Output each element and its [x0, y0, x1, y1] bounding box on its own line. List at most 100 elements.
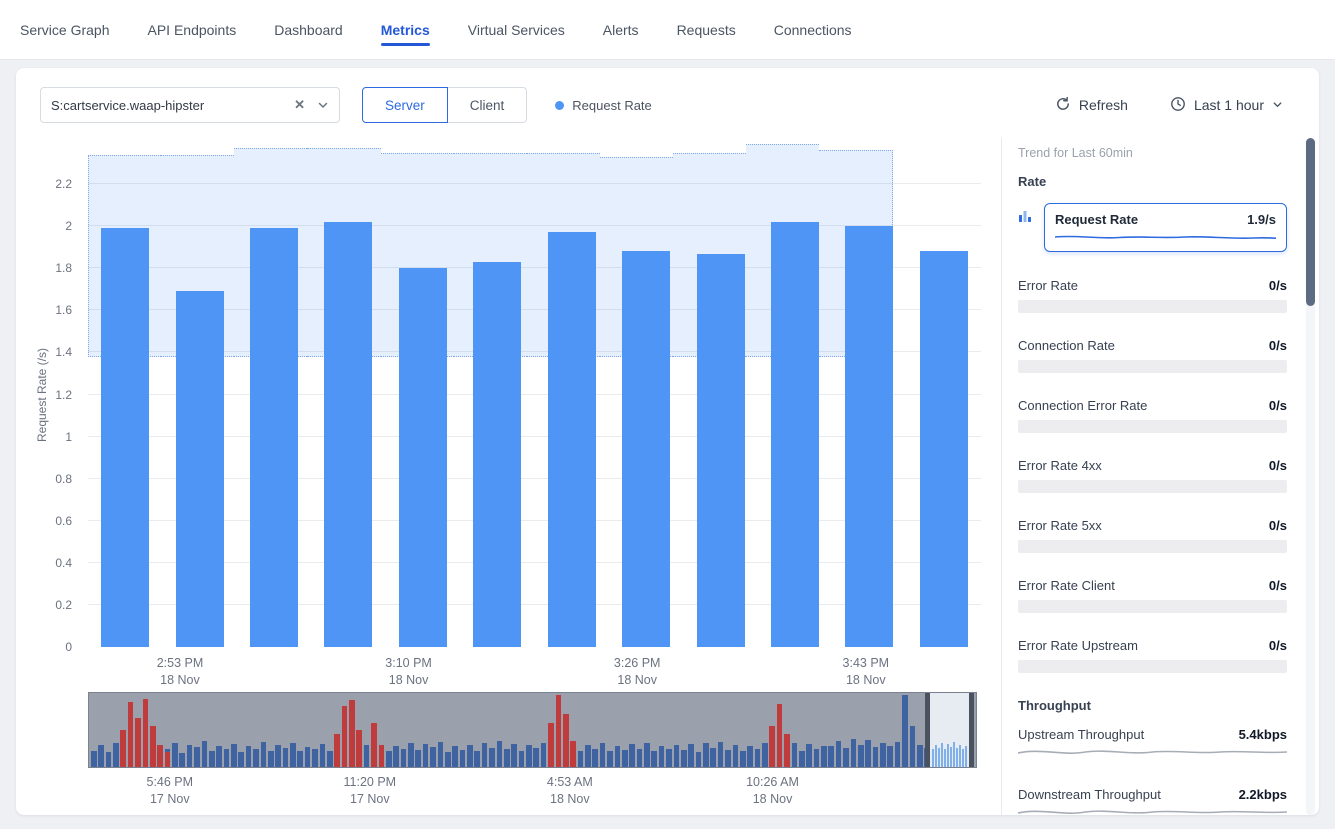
tab-alerts[interactable]: Alerts	[603, 0, 639, 59]
trend-item-upstream-throughput[interactable]: Upstream Throughput5.4kbps	[1018, 727, 1287, 762]
trend-card-selected[interactable]: Request Rate1.9/s	[1044, 203, 1287, 252]
trend-item-error-rate-upstream[interactable]: Error Rate Upstream0/s	[1018, 638, 1287, 673]
overview-bar	[290, 743, 296, 767]
overview-bar	[637, 749, 643, 768]
overview-slot	[112, 693, 119, 767]
trend-item-downstream-throughput[interactable]: Downstream Throughput2.2kbps	[1018, 787, 1287, 815]
scrollbar-thumb[interactable]	[1306, 138, 1315, 306]
tab-service-graph[interactable]: Service Graph	[20, 0, 109, 59]
tick-time: 11:20 PM	[344, 774, 397, 791]
tab-connections[interactable]: Connections	[774, 0, 852, 59]
overview-bar	[519, 751, 525, 767]
trend-item-error-rate-5xx[interactable]: Error Rate 5xx0/s	[1018, 518, 1287, 553]
y-tick-label: 1.4	[55, 345, 72, 359]
y-tick-label: 0.6	[55, 514, 72, 528]
overview-bar	[917, 745, 923, 767]
overview-slot	[673, 693, 680, 767]
overview-slot	[201, 693, 208, 767]
tab-requests[interactable]: Requests	[677, 0, 736, 59]
overview-error-bar	[548, 723, 554, 767]
overview-slot	[142, 693, 149, 767]
overview-bar	[902, 695, 908, 767]
tab-api-endpoints[interactable]: API Endpoints	[147, 0, 236, 59]
y-tick-label: 1	[65, 430, 72, 444]
tick-time: 3:26 PM	[614, 655, 661, 672]
tab-virtual-services[interactable]: Virtual Services	[468, 0, 565, 59]
overview-slot	[356, 693, 363, 767]
overview-slot	[791, 693, 798, 767]
overview-slot	[614, 693, 621, 767]
trend-item-connection-rate[interactable]: Connection Rate0/s	[1018, 338, 1287, 373]
panel-scrollbar[interactable]	[1306, 138, 1315, 815]
trend-item-error-rate-client[interactable]: Error Rate Client 0/s	[1018, 578, 1287, 613]
main-plot-area[interactable]	[88, 142, 981, 647]
upstream-throughput-sparkline	[1018, 744, 1287, 762]
overview-slot	[311, 693, 318, 767]
time-range-selector[interactable]: Last 1 hour	[1170, 96, 1283, 115]
overview-slot	[909, 693, 916, 767]
overview-bar	[474, 751, 480, 767]
request-rate-bar	[771, 222, 819, 647]
trend-item-error-rate[interactable]: Error Rate0/s	[1018, 278, 1287, 313]
brush-handle-right[interactable]	[969, 693, 974, 767]
overview-slot	[842, 693, 849, 767]
time-brush-chart[interactable]	[88, 692, 977, 768]
section-title-throughput: Throughput	[1018, 698, 1287, 713]
clear-icon[interactable]: ✕	[294, 97, 305, 113]
refresh-icon	[1055, 96, 1071, 115]
trend-sections: RateRequest Rate1.9/sError Rate0/sConnec…	[1018, 174, 1287, 815]
overview-bar	[615, 746, 621, 767]
time-range-label: Last 1 hour	[1194, 97, 1264, 113]
overview-bar	[504, 749, 510, 767]
overview-bar	[320, 744, 326, 767]
overview-bar	[828, 746, 834, 767]
y-tick-label: 1.8	[55, 261, 72, 275]
x-axis-labels: 2:53 PM18 Nov3:10 PM18 Nov3:26 PM18 Nov3…	[88, 655, 981, 691]
brush-handle-left[interactable]	[925, 693, 930, 767]
bar-chart-icon[interactable]	[1018, 209, 1036, 252]
tab-metrics[interactable]: Metrics	[381, 0, 430, 59]
x-tick-label: 3:43 PM18 Nov	[843, 655, 890, 689]
tab-dashboard[interactable]: Dashboard	[274, 0, 343, 59]
trend-item-error-rate-4xx[interactable]: Error Rate 4xx0/s	[1018, 458, 1287, 493]
service-select-value: S:cartservice.waap-hipster	[51, 98, 294, 113]
clock-icon	[1170, 96, 1186, 115]
overview-bar	[799, 751, 805, 767]
server-toggle-button[interactable]: Server	[362, 87, 448, 123]
error-rate-upstream-sparkline	[1018, 660, 1287, 673]
overview-error-bar	[769, 726, 775, 767]
overview-bar	[452, 746, 458, 767]
overview-bar	[806, 744, 812, 767]
client-toggle-button[interactable]: Client	[448, 87, 528, 123]
overview-bar	[253, 749, 259, 767]
overview-slot	[90, 693, 97, 767]
trend-item-connection-error-rate[interactable]: Connection Error Rate0/s	[1018, 398, 1287, 433]
overview-bar	[497, 741, 503, 767]
overview-slot	[569, 693, 576, 767]
trend-item-label: Connection Rate	[1018, 338, 1115, 353]
trend-item-label: Error Rate	[1018, 278, 1078, 293]
refresh-button[interactable]: Refresh	[1055, 96, 1128, 115]
request-rate-bar	[324, 222, 372, 647]
brush-selection[interactable]	[927, 693, 971, 767]
trend-item-value: 0/s	[1269, 578, 1287, 593]
overview-slot	[400, 693, 407, 767]
service-select[interactable]: S:cartservice.waap-hipster ✕	[40, 87, 340, 123]
overview-bar	[607, 751, 613, 767]
overview-slot	[488, 693, 495, 767]
chevron-down-icon[interactable]	[317, 99, 329, 111]
overview-error-bar	[379, 745, 385, 767]
trend-item-label: Error Rate Client	[1018, 578, 1115, 593]
trend-item-row: Error Rate 5xx0/s	[1018, 518, 1287, 533]
overview-slot	[274, 693, 281, 767]
overview-slot	[444, 693, 451, 767]
overview-slot	[651, 693, 658, 767]
request-rate-chart: Request Rate (/s) 00.20.40.60.811.21.41.…	[16, 138, 1001, 815]
overview-slot	[592, 693, 599, 767]
overview-slot	[282, 693, 289, 767]
overview-slot	[695, 693, 702, 767]
overview-bar	[113, 743, 119, 767]
overview-slot	[828, 693, 835, 767]
overview-slot	[857, 693, 864, 767]
overview-bar	[408, 743, 414, 767]
